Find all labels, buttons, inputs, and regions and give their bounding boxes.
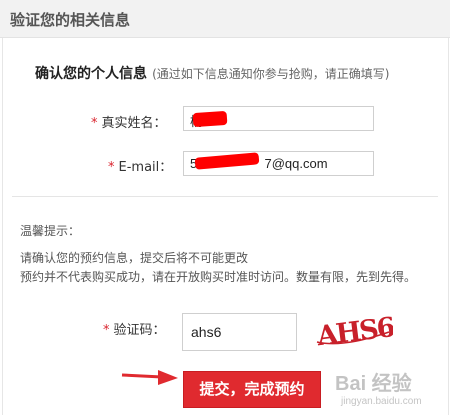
submit-button[interactable]: 提交，完成预约: [183, 371, 321, 408]
baidu-watermark-logo: Bai 经验 jingyan.baidu.com: [335, 371, 422, 407]
section-divider: [12, 196, 438, 197]
email-label-text: E-mail：: [118, 160, 173, 175]
captcha-text: AHS6: [314, 312, 393, 352]
tip-line-1: 请确认您的预约信息，提交后将不可能更改: [20, 251, 249, 265]
frame-border-right: [448, 38, 449, 415]
required-mark: *: [103, 323, 110, 338]
name-label-text: 真实姓名：: [101, 116, 167, 131]
watermark-sub: jingyan.baidu.com: [340, 396, 422, 407]
header-title: 验证您的相关信息: [10, 11, 131, 29]
arrow-pointer-icon: [121, 370, 178, 385]
captcha-image[interactable]: AHS6: [313, 308, 393, 353]
captcha-input[interactable]: ahs6: [182, 313, 297, 351]
required-mark: *: [108, 160, 115, 175]
captcha-value: ahs6: [191, 324, 222, 340]
section-title: 确认您的个人信息: [35, 66, 147, 82]
required-mark: *: [91, 116, 98, 131]
section-subtitle: (通过如下信息通知你参与抢购，请正确填写): [152, 67, 390, 81]
watermark-text: Bai 经验: [335, 371, 412, 395]
tip-line-2: 预约并不代表购买成功，请在开放购买时准时访问。数量有限，先到先得。: [20, 270, 417, 284]
frame-border-left: [2, 38, 3, 415]
page-header: 验证您的相关信息: [0, 0, 450, 38]
email-suffix: 7@qq.com: [264, 156, 328, 171]
captcha-label-text: 验证码：: [113, 323, 166, 338]
captcha-label: * 验证码：: [103, 319, 166, 338]
name-redaction: [192, 110, 228, 128]
email-label: * E-mail：: [108, 156, 172, 175]
name-label: * 真实姓名：: [91, 112, 167, 131]
section-heading: 确认您的个人信息 (通过如下信息通知你参与抢购，请正确填写): [35, 63, 389, 83]
tips-title: 温馨提示：: [20, 224, 81, 238]
